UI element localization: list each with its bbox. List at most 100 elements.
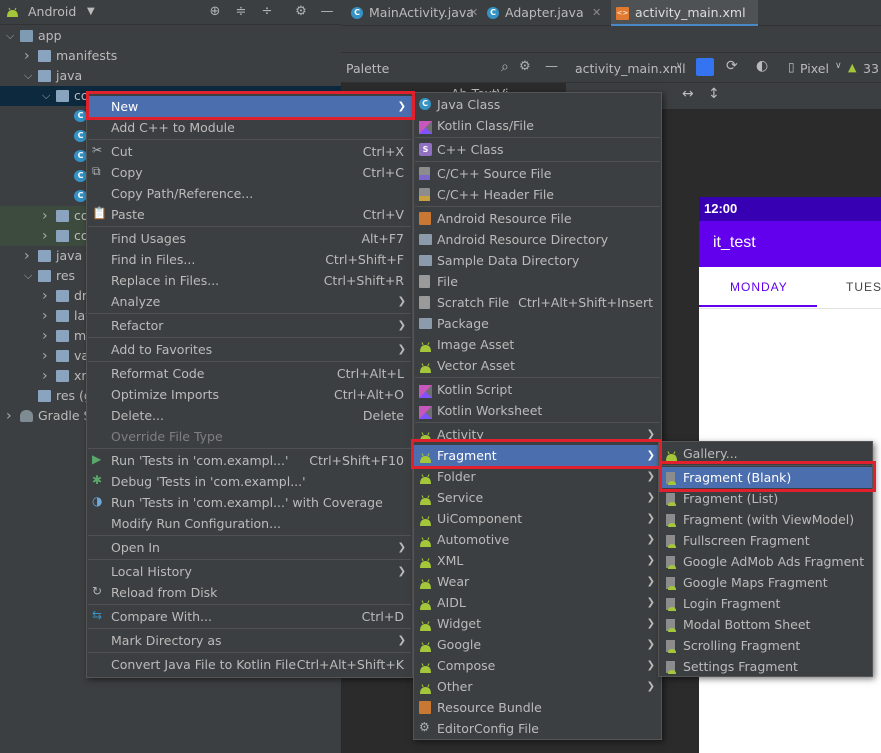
menu-item[interactable]: Kotlin Class/File [414,115,661,136]
menu-item[interactable]: Package [414,313,661,334]
chevron-right-icon[interactable]: › [6,406,12,426]
menu-item[interactable]: Wear ❯ [414,571,661,592]
menu-item[interactable]: Android Resource File [414,208,661,229]
menu-item[interactable]: C/C++ Source File [414,163,661,184]
minimize-icon[interactable]: — [545,59,558,74]
menu-item[interactable]: Fragment (Blank) [659,467,872,488]
close-icon[interactable]: ✕ [469,0,478,26]
menu-item[interactable]: ↻ Reload from Disk [87,582,412,603]
menu-item[interactable]: File [414,271,661,292]
menu-item[interactable]: Convert Java File to Kotlin File Ctrl+Alt… [87,654,412,675]
chevron-down-icon[interactable]: ⌵ [42,86,50,106]
menu-item[interactable]: Settings Fragment [659,656,872,677]
menu-item[interactable]: ⇆ Compare With... Ctrl+D [87,606,412,627]
chevron-down-icon[interactable]: ▼ [87,6,95,17]
chevron-right-icon[interactable]: › [24,246,30,266]
layers-icon[interactable] [696,58,714,76]
menu-item[interactable]: ✂ Cut Ctrl+X [87,141,412,162]
menu-item[interactable]: Google Maps Fragment [659,572,872,593]
menu-item[interactable]: Widget ❯ [414,613,661,634]
menu-item[interactable]: Modify Run Configuration... [87,513,412,534]
tree-item[interactable]: › manifests [0,46,341,66]
chevron-right-icon[interactable]: › [42,326,48,346]
project-view-selector[interactable]: Android [28,4,76,19]
close-icon[interactable]: ✕ [592,0,601,26]
menu-item[interactable]: Add to Favorites ❯ [87,339,412,360]
api-level-selector[interactable]: 33 [863,61,879,76]
search-icon[interactable]: ⌕ [501,59,509,75]
menu-item[interactable]: Fragment (List) [659,488,872,509]
chevron-right-icon[interactable]: › [42,366,48,386]
menu-item[interactable]: Fragment (with ViewModel) [659,509,872,530]
menu-item[interactable]: Compose ❯ [414,655,661,676]
menu-item[interactable]: ⚙ EditorConfig File [414,718,661,739]
menu-item[interactable]: 📋 Paste Ctrl+V [87,204,412,225]
chevron-down-icon[interactable]: ∨ [676,61,683,71]
menu-item[interactable]: UiComponent ❯ [414,508,661,529]
menu-item[interactable]: Fullscreen Fragment [659,530,872,551]
menu-item[interactable]: Mark Directory as ❯ [87,630,412,651]
menu-item[interactable]: AIDL ❯ [414,592,661,613]
menu-item[interactable]: ▶ Run 'Tests in 'com.exampl...' Ctrl+Shift… [87,450,412,471]
menu-item[interactable]: Resource Bundle [414,697,661,718]
menu-item[interactable]: Folder ❯ [414,466,661,487]
menu-item[interactable]: Google ❯ [414,634,661,655]
menu-item[interactable]: Sample Data Directory [414,250,661,271]
collapse-all-icon[interactable]: ÷ [259,4,275,20]
menu-item[interactable]: Scratch File Ctrl+Alt+Shift+Insert [414,292,661,313]
chevron-down-icon[interactable]: ∨ [835,61,842,71]
menu-item[interactable]: Optimize Imports Ctrl+Alt+O [87,384,412,405]
chevron-right-icon[interactable]: › [42,286,48,306]
menu-item[interactable]: ⧉ Copy Ctrl+C [87,162,412,183]
menu-item[interactable]: Kotlin Script [414,379,661,400]
expand-all-icon[interactable]: ≑ [233,4,249,20]
chevron-down-icon[interactable]: ⌵ [24,266,32,286]
tab-monday[interactable]: MONDAY [730,280,788,294]
tab-mainactivity[interactable]: C MainActivity.java ✕ [341,0,478,26]
tree-item[interactable]: ⌵ java [0,66,341,86]
device-selector[interactable]: Pixel [800,61,829,76]
menu-item[interactable]: Android Resource Directory [414,229,661,250]
menu-item[interactable]: Service ❯ [414,487,661,508]
menu-item[interactable]: Activity ❯ [414,424,661,445]
tab-adapter[interactable]: C Adapter.java ✕ [479,0,607,26]
menu-item[interactable]: S C++ Class [414,139,661,160]
menu-item[interactable]: Replace in Files... Ctrl+Shift+R [87,270,412,291]
menu-item[interactable]: New ❯ [87,96,412,117]
menu-item[interactable]: C/C++ Header File [414,184,661,205]
chevron-right-icon[interactable]: › [24,46,30,66]
layout-file-selector[interactable]: activity_main.xml [575,61,686,76]
minimize-icon[interactable]: — [319,4,335,20]
theme-icon[interactable]: ◐ [756,58,768,74]
chevron-right-icon[interactable]: › [42,226,48,246]
menu-item[interactable]: Local History ❯ [87,561,412,582]
menu-item[interactable]: Login Fragment [659,593,872,614]
menu-item[interactable]: Modal Bottom Sheet [659,614,872,635]
menu-item[interactable]: Other ❯ [414,676,661,697]
menu-item[interactable]: Vector Asset [414,355,661,376]
menu-item[interactable]: Refactor ❯ [87,315,412,336]
chevron-down-icon[interactable]: ⌵ [24,66,32,86]
chevron-right-icon[interactable]: › [42,306,48,326]
tab-tuesday[interactable]: TUES [846,280,881,294]
tab-activity-main[interactable]: <> activity_main.xml [611,0,758,26]
chevron-down-icon[interactable]: ⌵ [6,26,14,46]
menu-item[interactable]: Analyze ❯ [87,291,412,312]
orientation-icon[interactable]: ⟳ [726,58,738,74]
menu-item[interactable]: C Java Class [414,94,661,115]
menu-item[interactable]: Google AdMob Ads Fragment [659,551,872,572]
menu-item[interactable]: Open In ❯ [87,537,412,558]
menu-item[interactable]: ◑ Run 'Tests in 'com.exampl...' with Cove… [87,492,412,513]
menu-item[interactable]: Scrolling Fragment [659,635,872,656]
menu-item[interactable]: Delete... Delete [87,405,412,426]
menu-item[interactable]: Fragment ❯ [414,445,661,466]
menu-item[interactable]: XML ❯ [414,550,661,571]
menu-item[interactable]: Add C++ to Module [87,117,412,138]
menu-item[interactable]: Gallery... [659,443,872,464]
chevron-right-icon[interactable]: › [42,346,48,366]
resize-vertical-icon[interactable]: ↕ [708,86,720,102]
gear-icon[interactable]: ⚙ [519,59,531,74]
menu-item[interactable]: Automotive ❯ [414,529,661,550]
chevron-right-icon[interactable]: › [42,206,48,226]
menu-item[interactable]: ✱ Debug 'Tests in 'com.exampl...' [87,471,412,492]
